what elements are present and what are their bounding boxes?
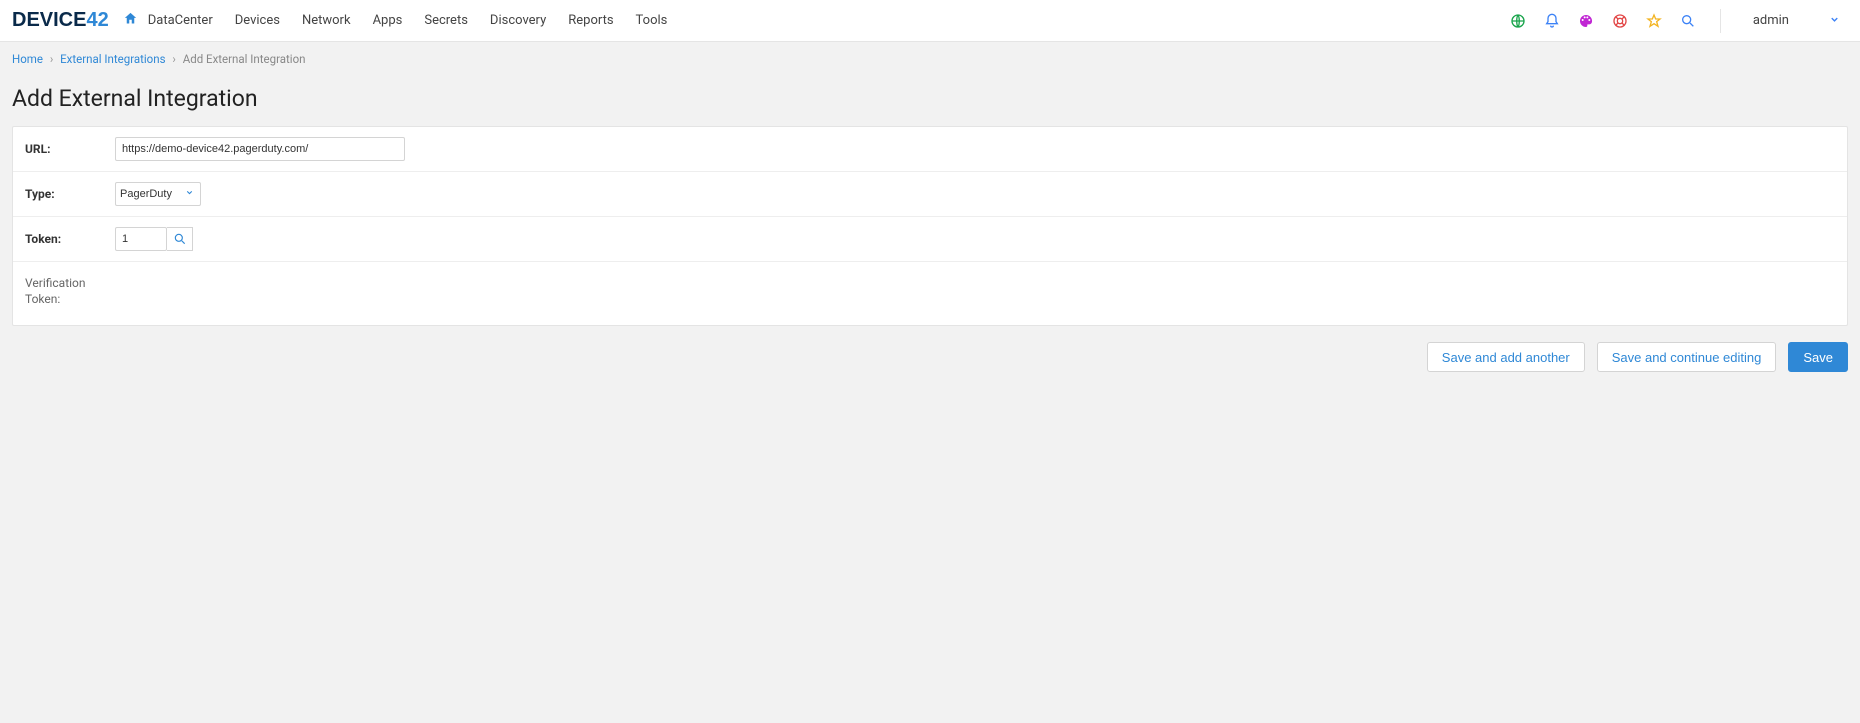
brand-suffix: 42 <box>86 9 108 32</box>
topbar-right: admin <box>1510 9 1848 33</box>
page-title: Add External Integration <box>0 77 1860 126</box>
brand-prefix: DEVIC <box>12 9 73 32</box>
favorites-icon[interactable] <box>1646 13 1662 29</box>
nav-item-network[interactable]: Network <box>302 13 351 28</box>
token-label: Token: <box>25 232 115 246</box>
token-input[interactable] <box>115 227 167 251</box>
nav-item-tools[interactable]: Tools <box>636 13 668 28</box>
nav-item-secrets[interactable]: Secrets <box>424 13 468 28</box>
token-lookup-button[interactable] <box>167 227 193 251</box>
url-label: URL: <box>25 142 115 156</box>
help-icon[interactable] <box>1612 13 1628 29</box>
nav-item-apps[interactable]: Apps <box>373 13 403 28</box>
breadcrumb-home[interactable]: Home <box>12 52 43 66</box>
form-row-url: URL: <box>13 127 1847 172</box>
type-select-wrap: PagerDuty <box>115 182 194 206</box>
breadcrumb-parent[interactable]: External Integrations <box>60 52 165 66</box>
breadcrumb: Home › External Integrations › Add Exter… <box>0 42 1860 77</box>
breadcrumb-separator: › <box>50 52 53 66</box>
theme-icon[interactable] <box>1578 13 1594 29</box>
top-navbar: DEVICE42 DataCenter Devices Network Apps… <box>0 0 1860 42</box>
form-row-verification: Verification Token: <box>13 262 1847 325</box>
separator <box>1720 9 1721 33</box>
verification-label: Verification Token: <box>25 276 115 307</box>
user-menu[interactable]: admin <box>1745 13 1848 28</box>
language-icon[interactable] <box>1510 13 1526 29</box>
chevron-down-icon <box>1829 14 1840 28</box>
nav-item-discovery[interactable]: Discovery <box>490 13 546 28</box>
breadcrumb-separator: › <box>172 52 175 66</box>
home-icon[interactable] <box>123 11 138 30</box>
save-add-another-button[interactable]: Save and add another <box>1427 342 1585 372</box>
type-select[interactable]: PagerDuty <box>115 182 201 206</box>
nav-menu: DataCenter Devices Network Apps Secrets … <box>148 13 668 28</box>
save-button[interactable]: Save <box>1788 342 1848 372</box>
form-card: URL: Type: PagerDuty Token: Verification… <box>12 126 1848 326</box>
nav-item-devices[interactable]: Devices <box>235 13 280 28</box>
type-label: Type: <box>25 187 115 201</box>
breadcrumb-current: Add External Integration <box>183 52 306 66</box>
user-name: admin <box>1753 13 1789 28</box>
save-continue-button[interactable]: Save and continue editing <box>1597 342 1777 372</box>
brand-e: E <box>73 9 86 32</box>
notifications-icon[interactable] <box>1544 13 1560 29</box>
nav-item-reports[interactable]: Reports <box>568 13 613 28</box>
form-row-token: Token: <box>13 217 1847 262</box>
nav-item-datacenter[interactable]: DataCenter <box>148 13 213 28</box>
form-row-type: Type: PagerDuty <box>13 172 1847 217</box>
brand-logo[interactable]: DEVICE42 <box>12 9 109 32</box>
url-input[interactable] <box>115 137 405 161</box>
search-icon[interactable] <box>1680 13 1696 29</box>
form-actions: Save and add another Save and continue e… <box>0 326 1860 388</box>
